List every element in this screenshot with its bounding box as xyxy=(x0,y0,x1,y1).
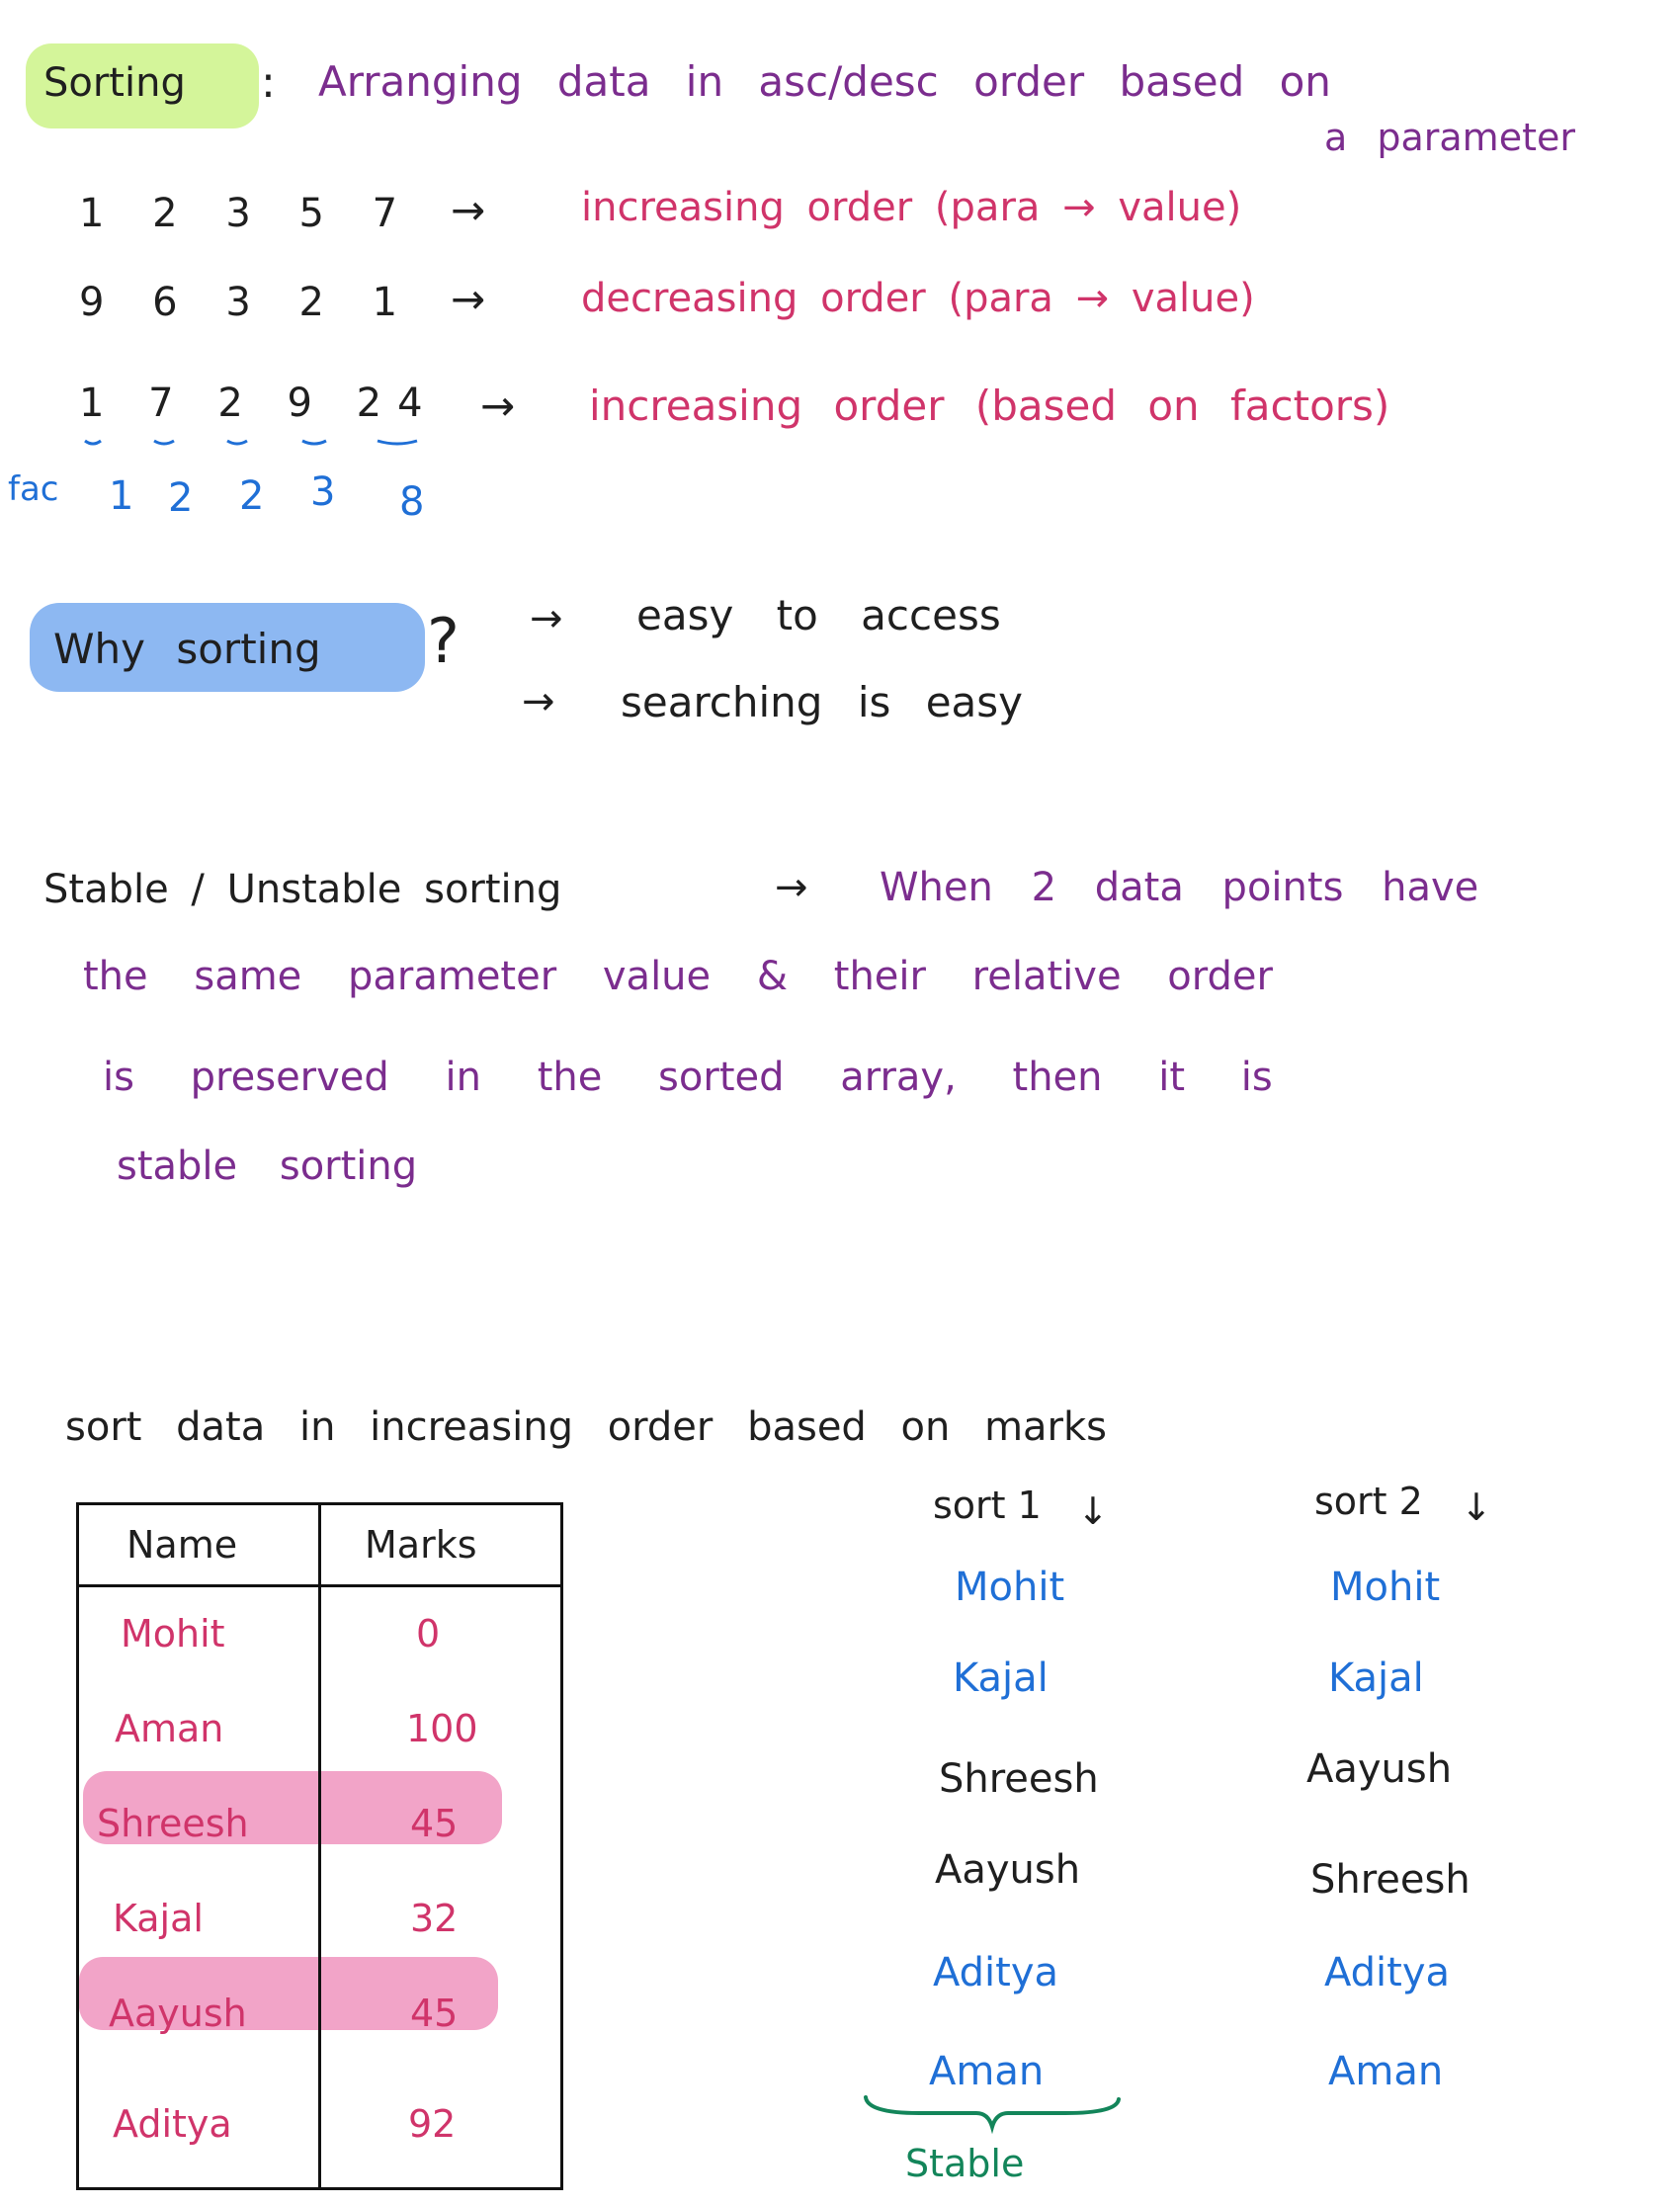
stable-definition-line4: stable sorting xyxy=(117,1144,418,1189)
definition-line1: Arranging data in asc/desc order based o… xyxy=(318,57,1331,106)
example-description-1: increasing order (para → value) xyxy=(581,185,1242,230)
header-marks: Marks xyxy=(365,1523,477,1567)
stable-definition-line3: is preserved in the sorted array, then i… xyxy=(103,1055,1273,1100)
why-sorting-heading: Why sorting xyxy=(53,625,321,673)
example-arrow-2: → xyxy=(451,275,486,323)
sort1-item: Aditya xyxy=(933,1950,1059,1995)
sorting-term: Sorting xyxy=(43,60,186,106)
why-reason-1: easy to access xyxy=(636,591,1001,639)
row-name: Shreesh xyxy=(97,1801,249,1845)
stable-label: Stable xyxy=(905,2142,1025,2185)
row-name: Aayush xyxy=(109,1991,247,2035)
example-description-3: increasing order (based on factors) xyxy=(589,382,1390,430)
factor-value: 3 xyxy=(310,469,336,515)
sort1-label: sort 1 xyxy=(933,1484,1042,1527)
marks-table: Name Marks Mohit 0 Aman 100 Shreesh 45 K… xyxy=(76,1502,563,2190)
table-row: Aman 100 xyxy=(76,1680,563,1776)
header-name: Name xyxy=(126,1523,238,1567)
sort2-item: Kajal xyxy=(1328,1655,1424,1701)
why-question-mark: ? xyxy=(427,605,460,677)
sort2-item: Mohit xyxy=(1330,1565,1441,1610)
sort2-item: Aditya xyxy=(1324,1950,1451,1995)
table-header-row: Name Marks xyxy=(76,1502,563,1587)
sort2-item: Shreesh xyxy=(1310,1857,1470,1903)
sort2-item: Aman xyxy=(1328,2049,1444,2094)
sort1-item: Kajal xyxy=(953,1655,1049,1701)
table-row: Shreesh 45 xyxy=(76,1775,563,1871)
sort1-item: Aman xyxy=(929,2049,1045,2094)
sort2-item: Aayush xyxy=(1306,1746,1453,1792)
example-description-2: decreasing order (para → value) xyxy=(581,276,1255,321)
task-text: sort data in increasing order based on m… xyxy=(65,1404,1107,1450)
example-arrow-3: → xyxy=(480,382,516,430)
row-marks: 45 xyxy=(410,1801,459,1845)
example-sequence-2: 9 6 3 2 1 xyxy=(79,280,416,325)
sort1-item: Aayush xyxy=(935,1847,1081,1893)
row-name: Kajal xyxy=(113,1896,204,1940)
row-name: Aman xyxy=(115,1706,224,1750)
why-bullet-1: → xyxy=(530,596,563,641)
sort1-down-arrow: ↓ xyxy=(1077,1489,1109,1533)
stable-heading: Stable / Unstable sorting xyxy=(43,867,562,912)
table-row: Mohit 0 xyxy=(76,1585,563,1681)
example-arrow-1: → xyxy=(451,186,486,234)
why-bullet-2: → xyxy=(522,679,555,724)
stable-arrow: → xyxy=(775,865,808,910)
stable-definition-line2: the same parameter value & their relativ… xyxy=(83,954,1273,999)
table-row: Kajal 32 xyxy=(76,1870,563,1966)
sort2-label: sort 2 xyxy=(1314,1480,1423,1523)
row-marks: 100 xyxy=(406,1706,478,1750)
factor-value: 2 xyxy=(239,473,265,519)
sort1-item: Mohit xyxy=(955,1565,1065,1610)
row-marks: 92 xyxy=(408,2101,457,2146)
definition-colon: : xyxy=(261,57,276,108)
row-marks: 0 xyxy=(416,1612,441,1656)
why-reason-2: searching is easy xyxy=(621,678,1024,726)
row-marks: 32 xyxy=(410,1896,459,1940)
row-marks: 45 xyxy=(410,1991,459,2035)
factor-underlines xyxy=(84,439,418,446)
example-sequence-3: 1 7 2 9 24 xyxy=(79,381,439,426)
factors-label: fac xyxy=(8,469,59,509)
row-name: Mohit xyxy=(121,1612,225,1656)
table-row: Aditya 92 xyxy=(76,2060,563,2190)
definition-line2: a parameter xyxy=(1324,116,1575,159)
factor-value: 1 xyxy=(109,473,134,519)
stable-brace xyxy=(864,2095,1121,2135)
factor-value: 2 xyxy=(168,475,194,521)
sort1-item: Shreesh xyxy=(939,1756,1099,1802)
sort2-down-arrow: ↓ xyxy=(1461,1485,1492,1529)
row-name: Aditya xyxy=(113,2101,232,2146)
factor-value: 8 xyxy=(399,479,425,525)
table-row: Aayush 45 xyxy=(76,1965,563,2061)
example-sequence-1: 1 2 3 5 7 xyxy=(79,191,416,236)
stable-definition-line1: When 2 data points have xyxy=(880,865,1479,910)
